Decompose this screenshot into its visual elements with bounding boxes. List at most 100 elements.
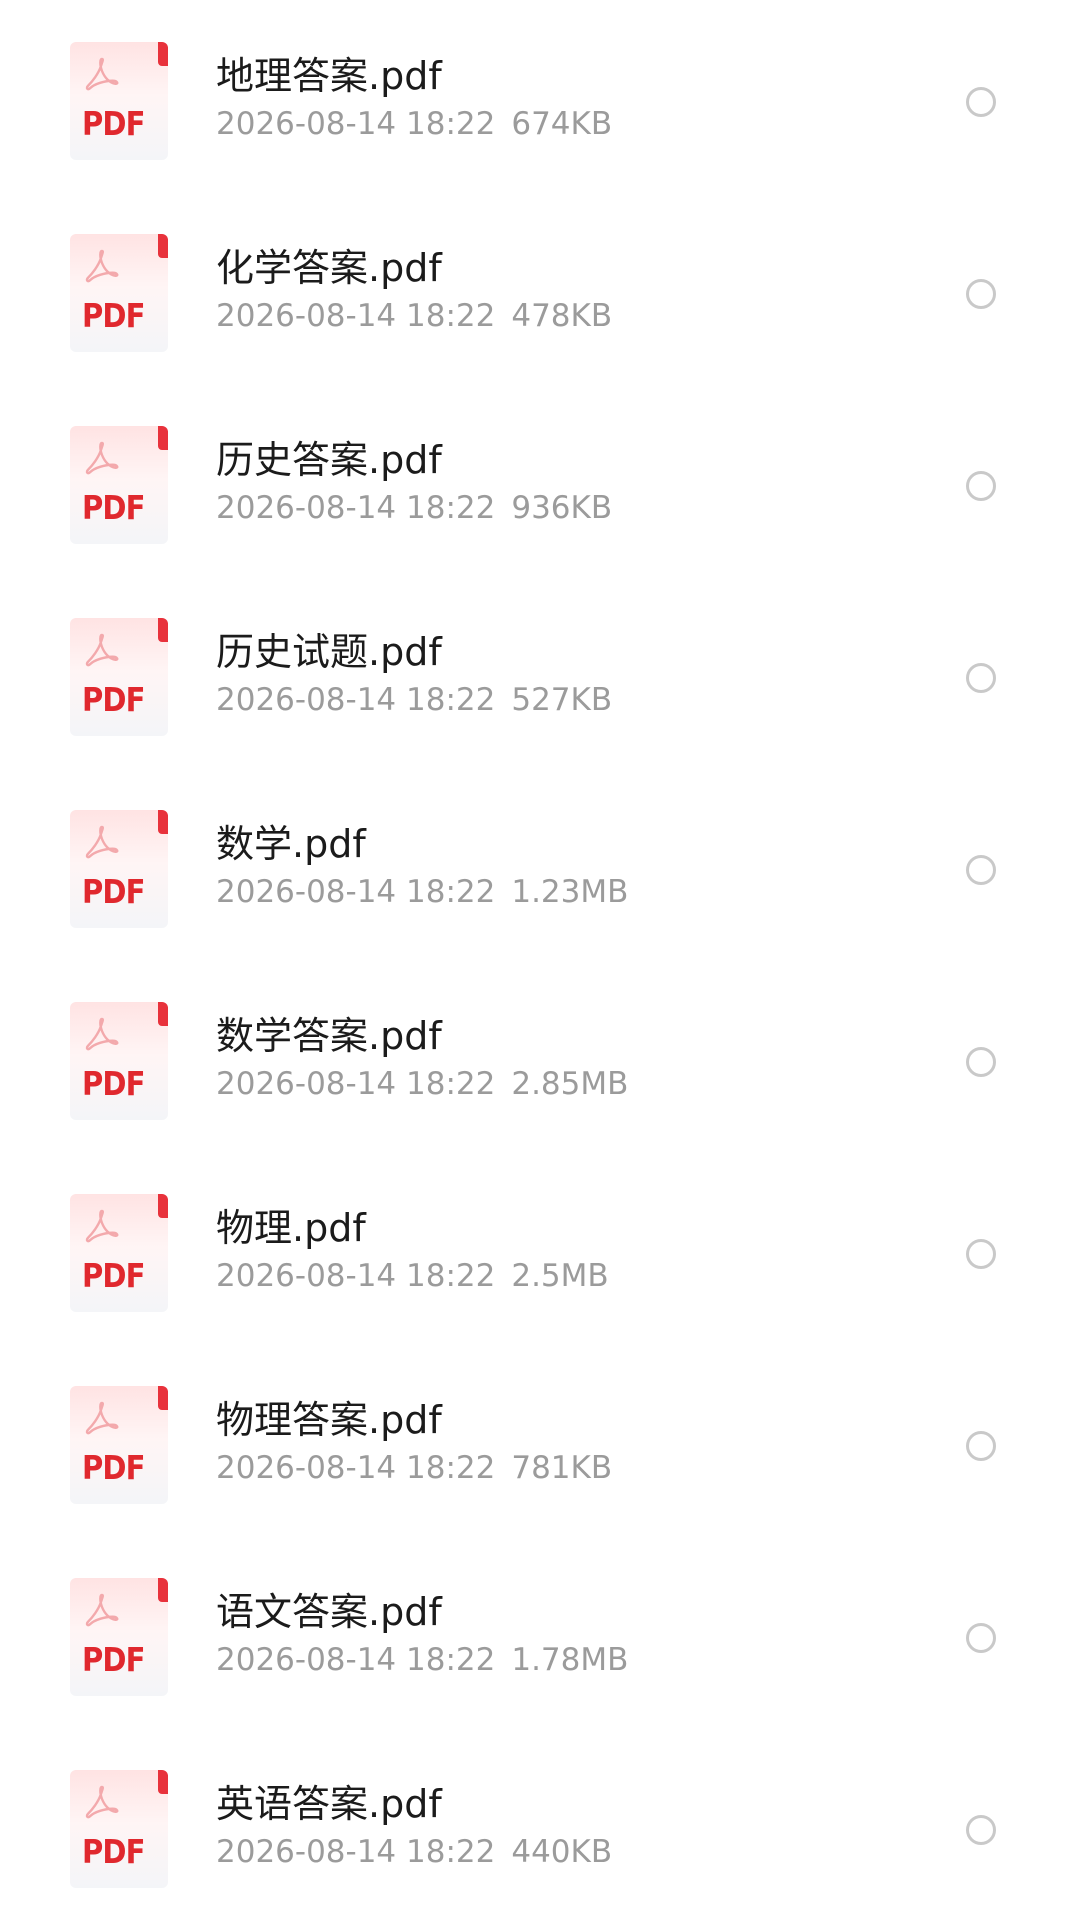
file-row[interactable]: PDF 物理.pdf 2026-08-14 18:22 2.5MB — [0, 1152, 1080, 1344]
file-meta: 2026-08-14 18:22 440KB — [216, 1834, 612, 1870]
file-size: 1.23MB — [511, 874, 629, 910]
pdf-file-icon: PDF — [70, 1770, 168, 1888]
file-list: PDF 地理答案.pdf 2026-08-14 18:22 674KB PDF 化… — [0, 0, 1080, 1928]
file-name: 语文答案.pdf — [216, 1590, 442, 1634]
file-row[interactable]: PDF 数学答案.pdf 2026-08-14 18:22 2.85MB — [0, 960, 1080, 1152]
select-radio[interactable] — [966, 471, 996, 501]
file-name: 历史答案.pdf — [216, 438, 442, 482]
page-fold-mark — [158, 1002, 168, 1026]
file-date: 2026-08-14 18:22 — [216, 874, 496, 910]
page-fold-mark — [158, 618, 168, 642]
pdf-label: PDF — [82, 488, 145, 527]
select-radio[interactable] — [966, 1047, 996, 1077]
select-radio[interactable] — [966, 663, 996, 693]
file-row[interactable]: PDF 英语答案.pdf 2026-08-14 18:22 440KB — [0, 1728, 1080, 1920]
file-size: 936KB — [511, 490, 613, 526]
pdf-label: PDF — [82, 872, 145, 911]
select-radio[interactable] — [966, 279, 996, 309]
file-size: 1.78MB — [511, 1642, 629, 1678]
page-fold-mark — [158, 1386, 168, 1410]
file-meta: 2026-08-14 18:22 2.85MB — [216, 1066, 628, 1102]
file-meta: 2026-08-14 18:22 478KB — [216, 298, 612, 334]
page-fold-mark — [158, 810, 168, 834]
pdf-file-icon: PDF — [70, 42, 168, 160]
file-date: 2026-08-14 18:22 — [216, 1066, 496, 1102]
select-radio[interactable] — [966, 855, 996, 885]
file-row[interactable]: PDF 历史试题.pdf 2026-08-14 18:22 527KB — [0, 576, 1080, 768]
file-name: 英语答案.pdf — [216, 1782, 442, 1826]
file-size: 674KB — [511, 106, 613, 142]
pdf-label: PDF — [82, 1064, 145, 1103]
file-size: 527KB — [511, 682, 613, 718]
acrobat-logo-icon — [85, 825, 119, 859]
file-size: 440KB — [511, 1834, 613, 1870]
file-date: 2026-08-14 18:22 — [216, 1642, 496, 1678]
file-size: 781KB — [511, 1450, 613, 1486]
file-date: 2026-08-14 18:22 — [216, 106, 496, 142]
page-fold-mark — [158, 1194, 168, 1218]
pdf-file-icon: PDF — [70, 426, 168, 544]
file-date: 2026-08-14 18:22 — [216, 490, 496, 526]
select-radio[interactable] — [966, 1815, 996, 1845]
file-meta: 2026-08-14 18:22 2.5MB — [216, 1258, 609, 1294]
file-row[interactable]: PDF 地理答案.pdf 2026-08-14 18:22 674KB — [0, 0, 1080, 192]
pdf-file-icon: PDF — [70, 810, 168, 928]
file-name: 数学答案.pdf — [216, 1014, 442, 1058]
acrobat-logo-icon — [85, 1401, 119, 1435]
acrobat-logo-icon — [85, 1017, 119, 1051]
file-row[interactable]: PDF 物理答案.pdf 2026-08-14 18:22 781KB — [0, 1344, 1080, 1536]
acrobat-logo-icon — [85, 57, 119, 91]
pdf-label: PDF — [82, 296, 145, 335]
file-meta: 2026-08-14 18:22 781KB — [216, 1450, 612, 1486]
file-size: 478KB — [511, 298, 613, 334]
pdf-label: PDF — [82, 680, 145, 719]
file-name: 数学.pdf — [216, 822, 366, 866]
pdf-file-icon: PDF — [70, 234, 168, 352]
pdf-label: PDF — [82, 1448, 145, 1487]
file-date: 2026-08-14 18:22 — [216, 1258, 496, 1294]
select-radio[interactable] — [966, 1431, 996, 1461]
select-radio[interactable] — [966, 1623, 996, 1653]
pdf-file-icon: PDF — [70, 1194, 168, 1312]
file-date: 2026-08-14 18:22 — [216, 1834, 496, 1870]
file-name: 化学答案.pdf — [216, 246, 442, 290]
pdf-label: PDF — [82, 1640, 145, 1679]
file-meta: 2026-08-14 18:22 674KB — [216, 106, 612, 142]
acrobat-logo-icon — [85, 1209, 119, 1243]
file-row[interactable]: PDF 数学.pdf 2026-08-14 18:22 1.23MB — [0, 768, 1080, 960]
file-date: 2026-08-14 18:22 — [216, 1450, 496, 1486]
file-name: 地理答案.pdf — [216, 54, 442, 98]
page-fold-mark — [158, 426, 168, 450]
page-fold-mark — [158, 42, 168, 66]
file-meta: 2026-08-14 18:22 527KB — [216, 682, 612, 718]
acrobat-logo-icon — [85, 249, 119, 283]
file-date: 2026-08-14 18:22 — [216, 298, 496, 334]
acrobat-logo-icon — [85, 633, 119, 667]
pdf-label: PDF — [82, 104, 145, 143]
pdf-label: PDF — [82, 1832, 145, 1871]
pdf-file-icon: PDF — [70, 1002, 168, 1120]
select-radio[interactable] — [966, 1239, 996, 1269]
file-row[interactable]: PDF 化学答案.pdf 2026-08-14 18:22 478KB — [0, 192, 1080, 384]
acrobat-logo-icon — [85, 1593, 119, 1627]
file-size: 2.85MB — [511, 1066, 629, 1102]
file-size: 2.5MB — [511, 1258, 609, 1294]
file-row[interactable]: PDF 历史答案.pdf 2026-08-14 18:22 936KB — [0, 384, 1080, 576]
pdf-label: PDF — [82, 1256, 145, 1295]
page-fold-mark — [158, 1770, 168, 1794]
acrobat-logo-icon — [85, 1785, 119, 1819]
pdf-file-icon: PDF — [70, 1578, 168, 1696]
file-meta: 2026-08-14 18:22 936KB — [216, 490, 612, 526]
pdf-file-icon: PDF — [70, 1386, 168, 1504]
file-date: 2026-08-14 18:22 — [216, 682, 496, 718]
file-meta: 2026-08-14 18:22 1.78MB — [216, 1642, 628, 1678]
acrobat-logo-icon — [85, 441, 119, 475]
file-row[interactable]: PDF 语文答案.pdf 2026-08-14 18:22 1.78MB — [0, 1536, 1080, 1728]
page-fold-mark — [158, 1578, 168, 1602]
select-radio[interactable] — [966, 87, 996, 117]
file-name: 物理.pdf — [216, 1206, 366, 1250]
file-name: 历史试题.pdf — [216, 630, 442, 674]
pdf-file-icon: PDF — [70, 618, 168, 736]
file-meta: 2026-08-14 18:22 1.23MB — [216, 874, 628, 910]
file-name: 物理答案.pdf — [216, 1398, 442, 1442]
